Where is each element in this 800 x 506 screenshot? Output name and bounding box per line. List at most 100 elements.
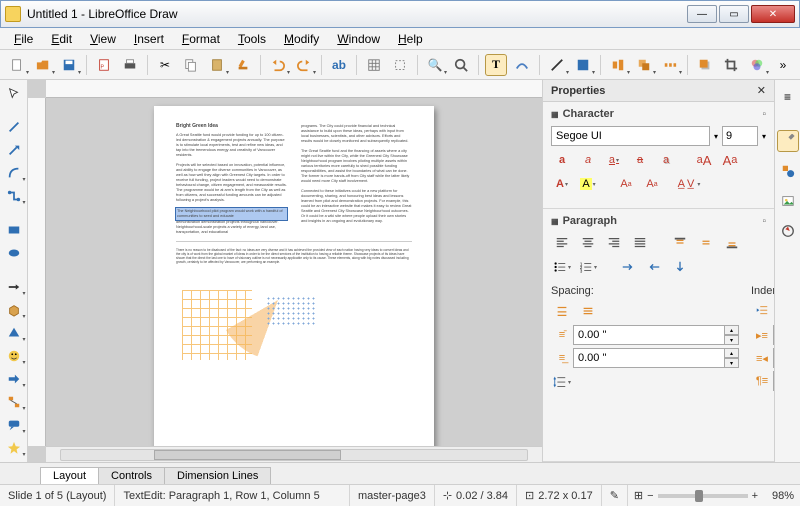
section-more-button[interactable]: ▫ [762,216,766,227]
select-tool[interactable] [3,84,25,103]
line-spacing-button[interactable]: ▾ [551,372,573,392]
symbol-shapes-tool[interactable]: ▾ [3,347,25,366]
textbox-button[interactable]: T [485,54,507,76]
zoom-page-button[interactable] [450,54,472,76]
zoom-slider[interactable] [658,494,748,498]
increase-indent-button[interactable] [751,301,773,321]
filter-button[interactable]: ▾ [746,54,768,76]
bullets-button[interactable]: ▾ [551,257,573,277]
new-button[interactable]: ▾ [6,54,28,76]
space-above-field[interactable]: ≡̄▴▾ [551,325,739,345]
align-left-button[interactable] [551,233,573,253]
font-color-button[interactable]: A▾ [551,174,573,194]
superscript-button[interactable]: Aa [615,174,637,194]
cut-button[interactable]: ✂ [154,54,176,76]
3d-tool[interactable]: ▾ [3,301,25,320]
menu-edit[interactable]: Edit [43,30,80,48]
menu-format[interactable]: Format [174,30,228,48]
section-more-button[interactable]: ▫ [762,109,766,120]
basic-shapes-tool[interactable]: ▾ [3,324,25,343]
increase-size-button[interactable]: aA [693,150,715,170]
align-objects-button[interactable]: ▾ [607,54,629,76]
scrollbar-thumb[interactable] [154,450,340,460]
bold-button[interactable]: a [551,150,573,170]
char-spacing-button[interactable]: A̲V̲▾ [679,174,701,194]
clone-format-button[interactable] [232,54,254,76]
tab-layout[interactable]: Layout [40,467,99,484]
navigator-tab[interactable] [777,220,799,242]
save-button[interactable]: ▾ [58,54,80,76]
redo-button[interactable]: ▾ [293,54,315,76]
maximize-button[interactable]: ▭ [719,5,749,23]
drawing-canvas[interactable]: Bright Green Idea A Great Seattle fund w… [46,98,542,446]
numbering-button[interactable]: 123▾ [577,257,599,277]
strikethrough-button[interactable]: a [629,150,651,170]
undo-button[interactable]: ▾ [267,54,289,76]
connector-tool[interactable]: ▾ [3,187,25,206]
valign-bottom-button[interactable] [721,233,743,253]
status-master[interactable]: master-page3 [350,485,435,506]
spellcheck-button[interactable]: ab [328,54,350,76]
lines-arrows-tool[interactable]: ▾ [3,278,25,297]
menu-tools[interactable]: Tools [230,30,274,48]
crop-button[interactable] [720,54,742,76]
rtl-button[interactable] [643,257,665,277]
sidebar-settings-button[interactable]: ≡ [777,86,799,108]
open-button[interactable]: ▾ [32,54,54,76]
increase-spacing-button[interactable] [551,301,573,321]
menu-insert[interactable]: Insert [126,30,172,48]
underline-button[interactable]: a▾ [603,150,625,170]
subscript-button[interactable]: Aa [641,174,663,194]
italic-button[interactable]: a [577,150,599,170]
fill-color-button[interactable]: ▾ [572,54,594,76]
line-tool[interactable] [3,118,25,137]
space-below-field[interactable]: ≡̲▴▾ [551,348,739,368]
stars-tool[interactable]: ▾ [3,439,25,458]
block-arrows-tool[interactable]: ▾ [3,370,25,389]
helplines-button[interactable] [389,54,411,76]
zoom-out-button[interactable]: − [647,490,653,502]
menu-window[interactable]: Window [329,30,388,48]
flowchart-tool[interactable]: ▾ [3,393,25,412]
gallery-tab[interactable] [777,190,799,212]
menu-help[interactable]: Help [390,30,431,48]
menu-view[interactable]: View [82,30,124,48]
fit-page-button[interactable]: ⊞ [634,489,643,502]
menu-file[interactable]: File [6,30,41,48]
arrange-button[interactable]: ▾ [633,54,655,76]
shapes-tab[interactable] [777,160,799,182]
align-right-button[interactable] [603,233,625,253]
decrease-size-button[interactable]: Aa [719,150,741,170]
line-color-button[interactable]: ▾ [546,54,568,76]
ltr-button[interactable] [617,257,639,277]
ruler-vertical[interactable] [28,98,46,446]
align-justify-button[interactable] [629,233,651,253]
scrollbar-horizontal[interactable] [46,446,542,462]
zoom-value[interactable]: 98% [762,490,794,502]
toolbar-overflow[interactable]: » [772,54,794,76]
size-dropdown-icon[interactable]: ▾ [762,132,766,141]
close-button[interactable]: ✕ [751,5,795,23]
menu-modify[interactable]: Modify [276,30,327,48]
export-pdf-button[interactable]: P [93,54,115,76]
ellipse-tool[interactable] [3,244,25,263]
zoom-button[interactable]: 🔍▾ [424,54,446,76]
font-name-input[interactable] [551,126,710,146]
minimize-button[interactable]: — [687,5,717,23]
shadow-text-button[interactable]: a [655,150,677,170]
page[interactable]: Bright Green Idea A Great Seattle fund w… [154,106,434,446]
decrease-spacing-button[interactable] [577,301,599,321]
panel-close-button[interactable]: ✕ [757,84,766,97]
selected-text[interactable]: The Neighbourhood pilot program would wo… [176,208,287,220]
rectangle-tool[interactable] [3,221,25,240]
highlight-color-button[interactable]: A▾ [577,174,599,194]
shadow-button[interactable] [694,54,716,76]
ruler-horizontal[interactable] [46,80,542,98]
distribute-button[interactable]: ▾ [659,54,681,76]
valign-top-button[interactable] [669,233,691,253]
ttb-button[interactable] [669,257,691,277]
arrow-tool[interactable] [3,141,25,160]
valign-center-button[interactable] [695,233,717,253]
font-size-input[interactable] [722,126,758,146]
font-dropdown-icon[interactable]: ▾ [714,132,718,141]
